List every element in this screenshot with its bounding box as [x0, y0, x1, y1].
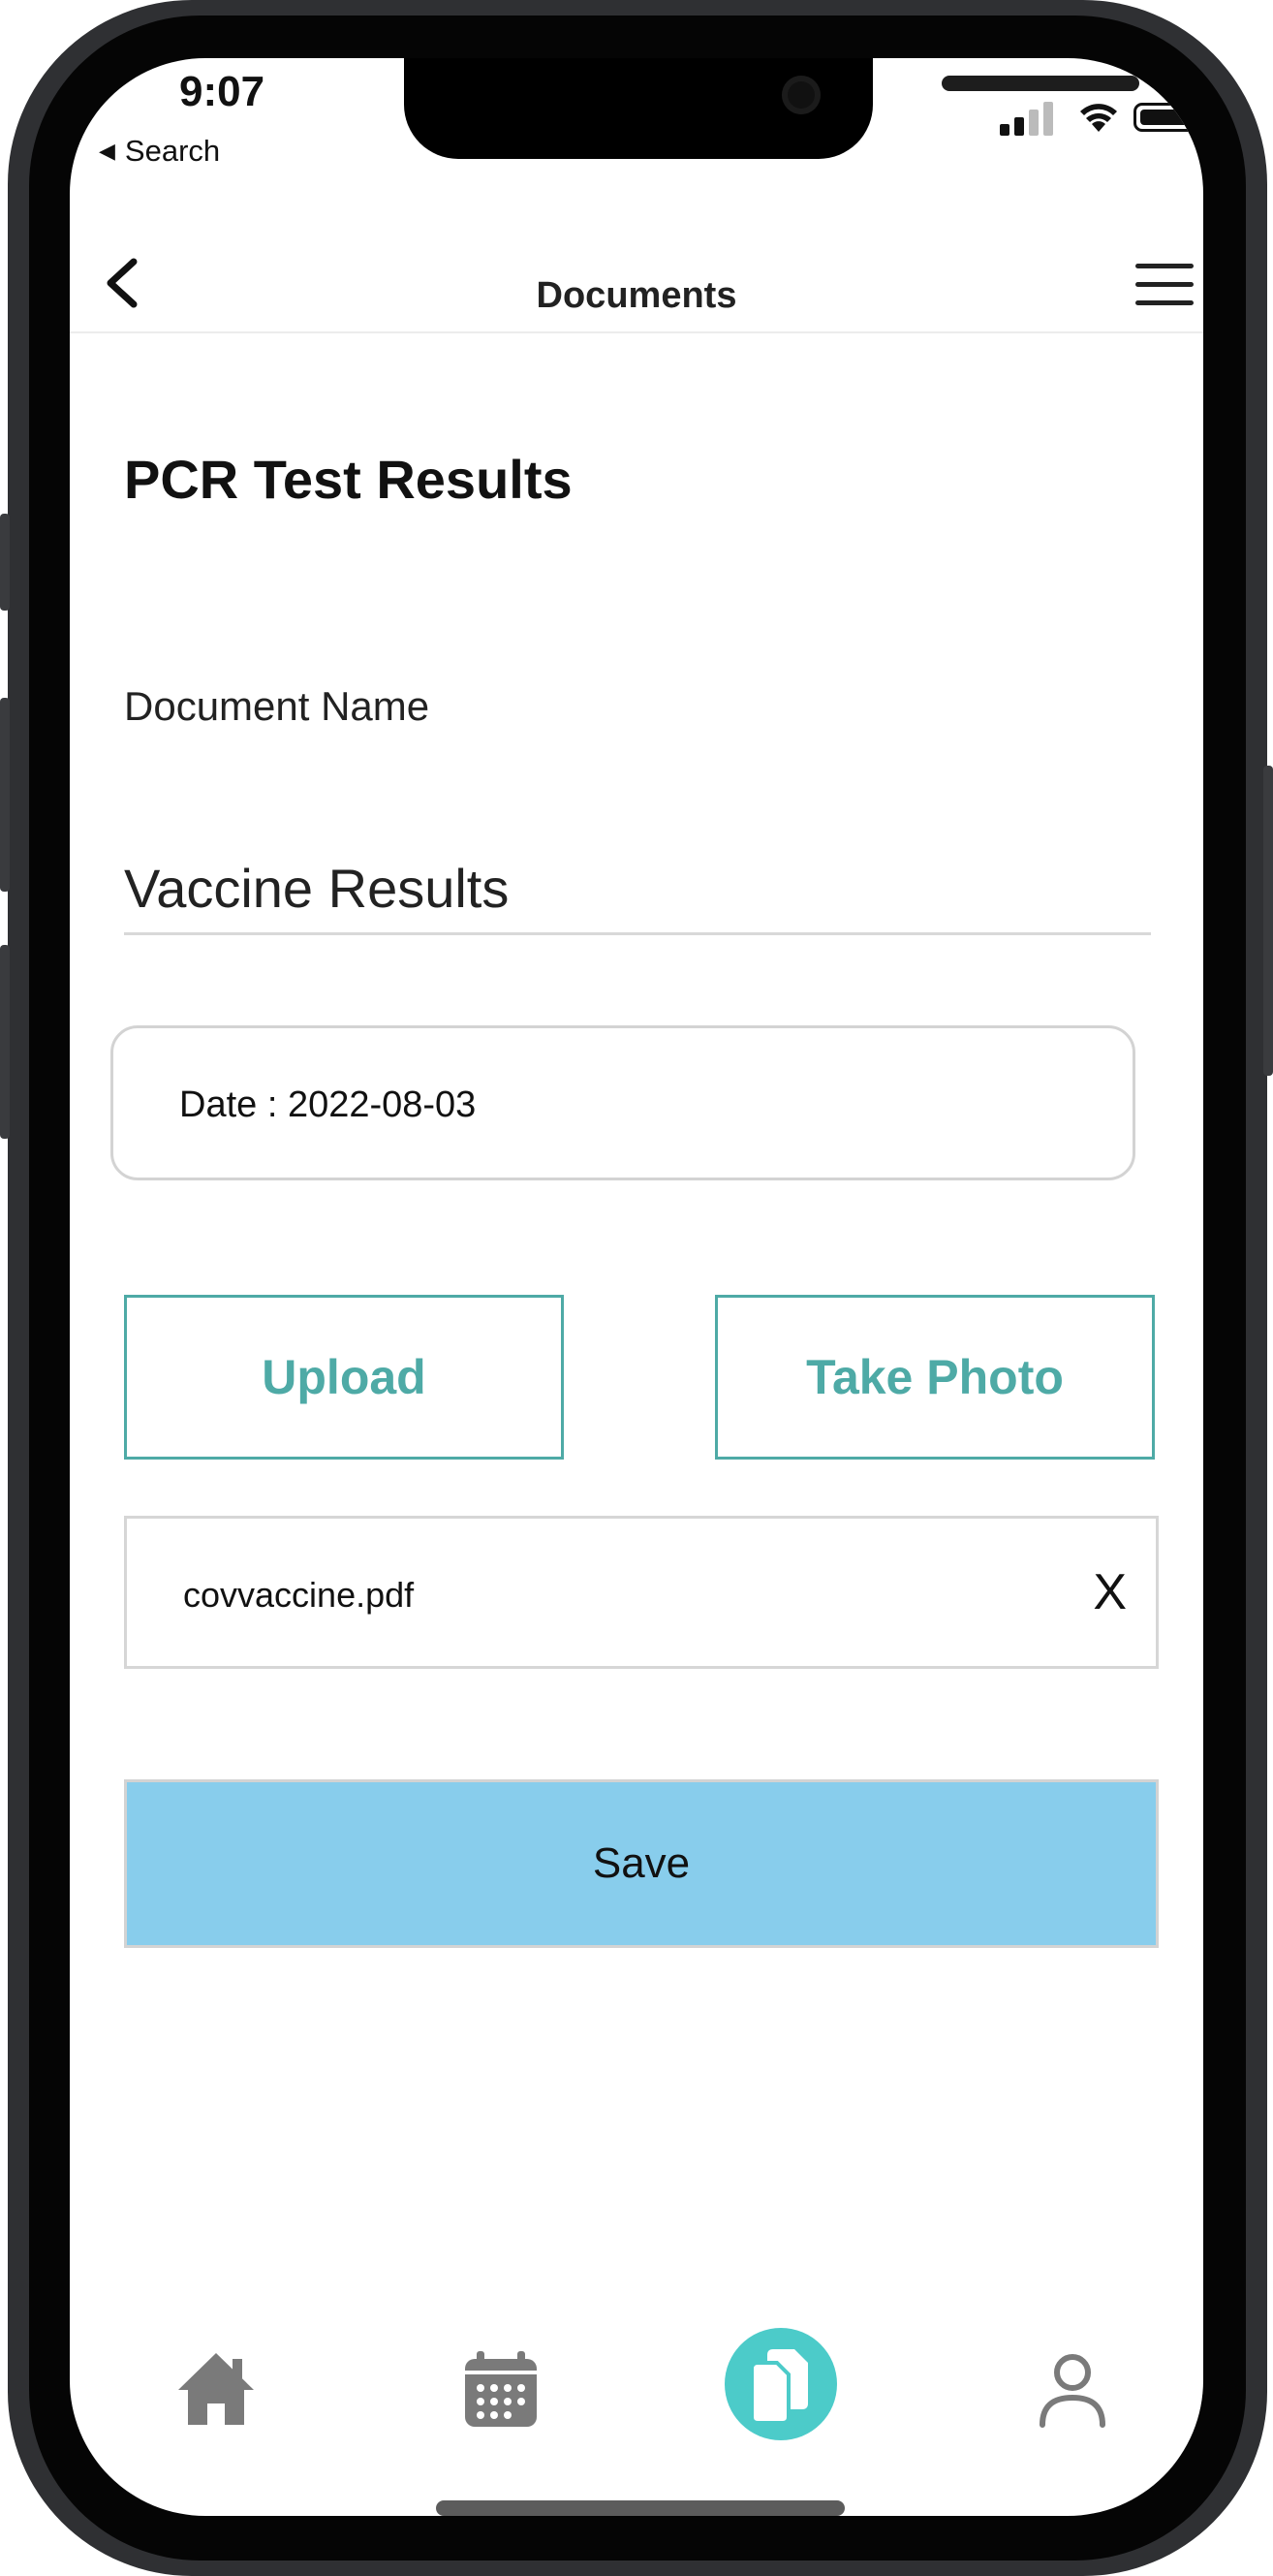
- back-triangle-icon: ◀: [99, 139, 115, 163]
- attached-file-row: covvaccine.pdf X: [124, 1516, 1159, 1669]
- date-value: Date : 2022-08-03: [179, 1084, 477, 1125]
- document-name-label: Document Name: [124, 683, 430, 729]
- profile-icon[interactable]: [1029, 2345, 1116, 2433]
- attached-file-name: covvaccine.pdf: [183, 1575, 415, 1615]
- home-indicator: [436, 2500, 845, 2516]
- battery-icon: [1133, 103, 1203, 132]
- documents-tab[interactable]: [725, 2328, 837, 2440]
- documents-icon: [750, 2349, 808, 2425]
- upload-button[interactable]: Upload: [124, 1295, 564, 1460]
- date-picker-field[interactable]: Date : 2022-08-03: [110, 1025, 1135, 1180]
- back-to-app-link[interactable]: ◀ Search: [99, 134, 220, 169]
- take-photo-button[interactable]: Take Photo: [715, 1295, 1155, 1460]
- mute-switch: [0, 514, 10, 611]
- save-button[interactable]: Save: [124, 1779, 1159, 1948]
- power-button: [1263, 766, 1273, 1076]
- back-to-app-label: Search: [124, 134, 221, 168]
- app-header: Documents: [70, 225, 1203, 333]
- document-heading: PCR Test Results: [124, 449, 573, 510]
- calendar-icon[interactable]: [457, 2345, 544, 2433]
- wifi-icon: [1080, 104, 1117, 132]
- volume-down-button: [0, 945, 10, 1139]
- cellular-signal-icon: [1000, 101, 1054, 136]
- speaker-grille: [942, 76, 1139, 91]
- page-title: Documents: [536, 275, 737, 316]
- volume-up-button: [0, 698, 10, 892]
- camera-icon: [782, 76, 821, 114]
- app-screen: 9:07 ◀ Search Documents PCR Test Results…: [70, 58, 1203, 2516]
- device-frame: 9:07 ◀ Search Documents PCR Test Results…: [0, 0, 1273, 2576]
- document-name-input[interactable]: [124, 843, 1151, 935]
- remove-file-button[interactable]: X: [1093, 1563, 1127, 1621]
- status-time: 9:07: [179, 68, 265, 115]
- home-icon[interactable]: [172, 2345, 260, 2433]
- hamburger-menu-icon[interactable]: [1135, 264, 1194, 306]
- notch: [404, 58, 1139, 159]
